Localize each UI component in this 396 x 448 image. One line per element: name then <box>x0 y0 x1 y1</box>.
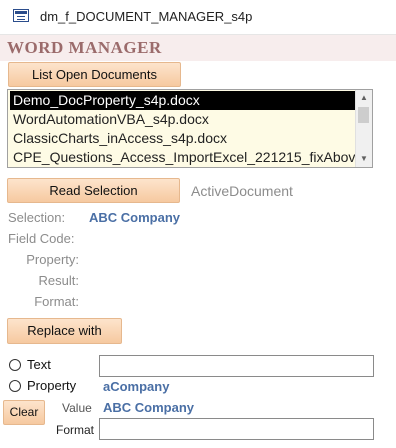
listbox-scrollbar[interactable]: ▲ ▼ <box>355 90 372 167</box>
list-item[interactable]: Demo_DocProperty_s4p.docx <box>10 91 356 110</box>
documents-listbox[interactable]: Demo_DocProperty_s4p.docx WordAutomation… <box>7 89 373 168</box>
property-value: aCompany <box>103 379 170 394</box>
list-item[interactable]: WordAutomationVBA_s4p.docx <box>10 110 356 129</box>
window-titlebar: dm_f_DOCUMENT_MANAGER_s4p <box>0 0 396 35</box>
scroll-down-icon[interactable]: ▼ <box>356 151 372 167</box>
replace-format-input[interactable] <box>99 418 374 440</box>
form-icon <box>13 9 29 22</box>
clear-button[interactable]: Clear <box>3 400 45 425</box>
list-open-documents-button[interactable]: List Open Documents <box>8 62 181 87</box>
property-label: Property: <box>26 252 79 267</box>
result-label: Result: <box>38 273 79 288</box>
field-code-label: Field Code: <box>8 231 75 246</box>
replace-with-button[interactable]: Replace with <box>7 318 122 344</box>
form-header: WORD MANAGER <box>0 35 396 61</box>
text-radio[interactable] <box>9 359 21 371</box>
scroll-thumb[interactable] <box>358 107 369 123</box>
text-option-label: Text <box>27 357 51 372</box>
selection-label: Selection: <box>8 210 66 225</box>
active-document-label: ActiveDocument <box>191 183 293 199</box>
window-title: dm_f_DOCUMENT_MANAGER_s4p <box>40 9 253 24</box>
scroll-up-icon[interactable]: ▲ <box>356 90 372 106</box>
list-item[interactable]: ClassicCharts_inAccess_s4p.docx <box>10 129 356 148</box>
property-option-label: Property <box>27 378 77 393</box>
read-selection-button[interactable]: Read Selection <box>7 178 180 203</box>
property-radio[interactable] <box>9 380 21 392</box>
page-title: WORD MANAGER <box>7 38 162 57</box>
selection-value: ABC Company <box>89 210 181 225</box>
value-field: ABC Company <box>103 400 195 415</box>
replace-format-label: Format <box>56 423 95 437</box>
list-item[interactable]: CPE_Questions_Access_ImportExcel_221215_… <box>10 148 356 167</box>
format-label: Format: <box>34 294 79 309</box>
value-label: Value <box>62 401 92 415</box>
replace-text-input[interactable] <box>99 355 374 377</box>
